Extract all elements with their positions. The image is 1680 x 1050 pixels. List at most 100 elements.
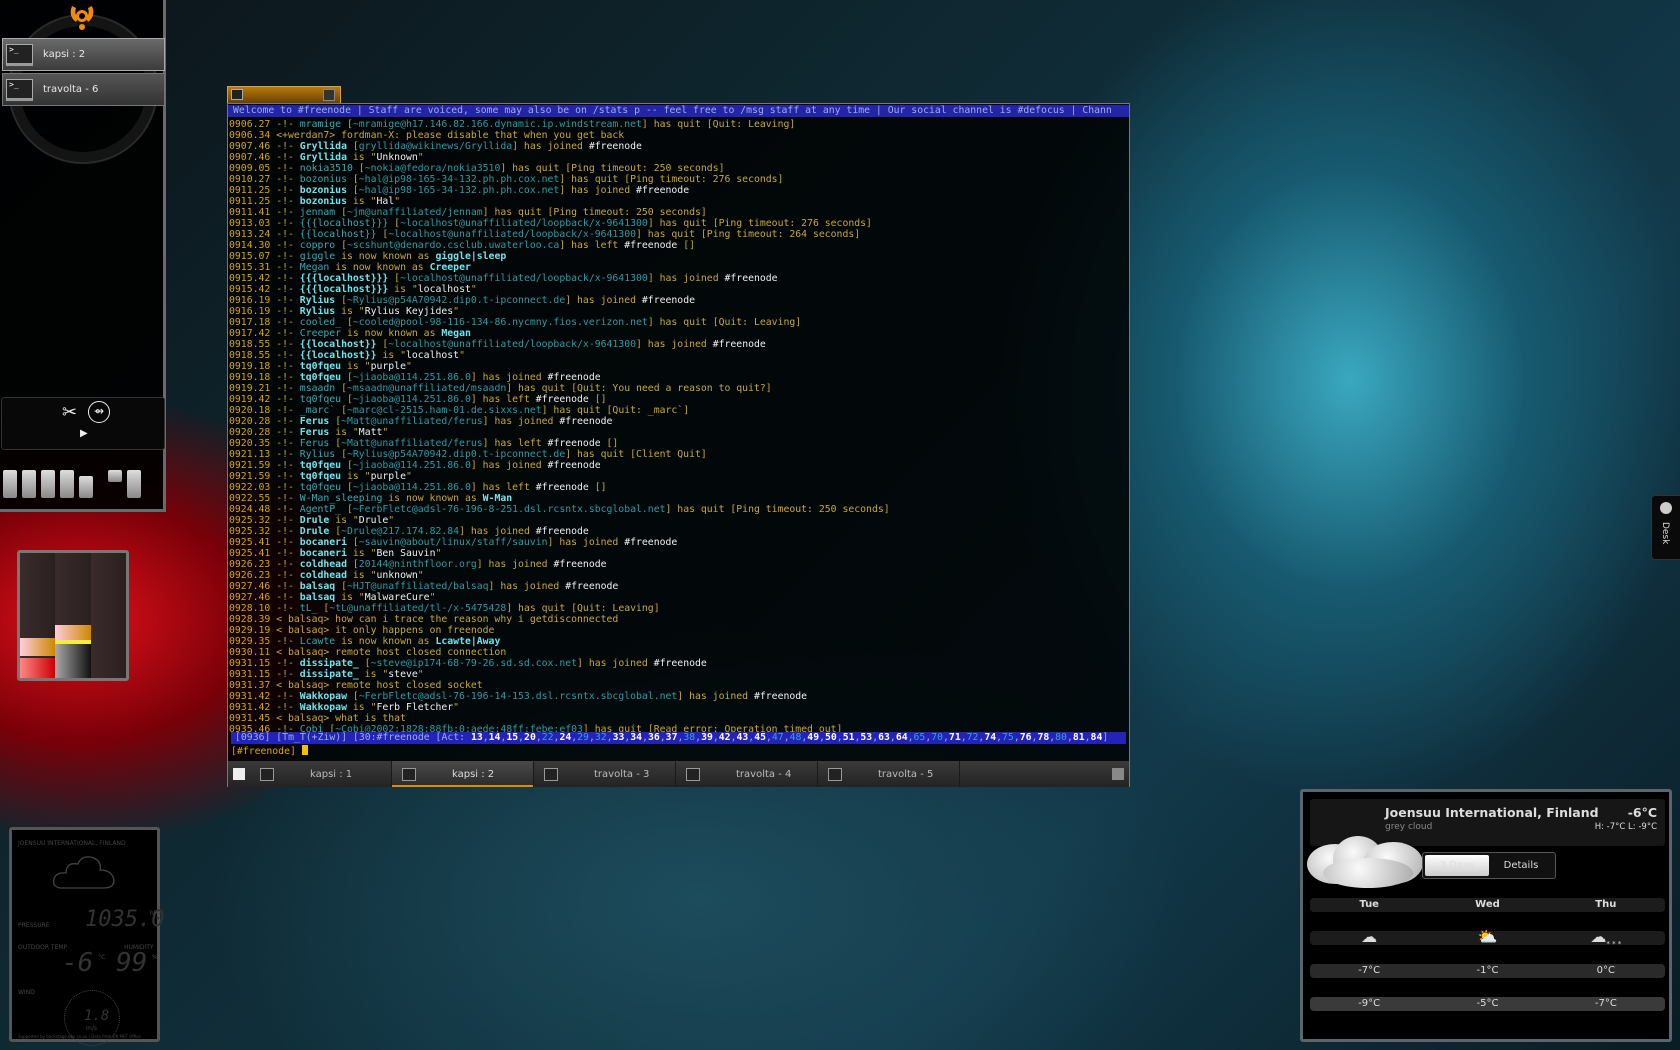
log-line: 0918.55 -!- {{localhost}} is "localhost" <box>229 350 1129 361</box>
log-line: 0931.42 -!- Wakkopaw [~FerbFletc@adsl-76… <box>229 691 1129 702</box>
terminal-icon <box>231 89 243 100</box>
message-text: -!- <box>270 174 300 185</box>
timestamp: 0917.18 <box>229 317 271 328</box>
message-text: ] has left <box>482 438 548 449</box>
scissors-icon[interactable]: ✂ <box>62 402 77 423</box>
menu-icon[interactable] <box>323 89 335 101</box>
desktop-toolbox-button[interactable]: Desk <box>1651 495 1680 560</box>
activity-window: 29 <box>577 732 589 743</box>
input-line[interactable]: [#freenode] <box>231 745 308 757</box>
hostmask: ~Rylius@p54A70942.dip0.t-ipconnect.de <box>346 449 566 460</box>
hostmask: ~steve@ip174-68-79-26.sd.sd.cox.net <box>370 658 578 669</box>
message-text: [ <box>341 394 353 405</box>
message-text: Ben Sauvin <box>376 548 436 559</box>
activity-window: 24 <box>559 732 572 743</box>
message-text: " <box>382 427 389 438</box>
activity-window: 36 <box>647 732 660 743</box>
hostmask: ~hal@ip98-165-34-132.ph.ph.cox.net <box>358 174 560 185</box>
nick: Megan <box>299 262 330 273</box>
timestamp: 0913.24 <box>229 229 271 240</box>
taskbar-item-kapsi-2[interactable]: >_ kapsi : 2 <box>2 38 165 71</box>
message-text: is " <box>346 196 377 207</box>
log-line: 0918.55 -!- {{localhost}} [~localhost@un… <box>229 339 1129 350</box>
hostmask: ~nokia@fedora/nokia3510 <box>364 163 501 174</box>
message-text: [ <box>346 537 359 548</box>
message-text: -!- <box>270 471 300 482</box>
meter-bar <box>90 553 126 678</box>
log-line: 0931.37 < balsaq> remote host closed soc… <box>229 680 1129 691</box>
message-text: ] has joined <box>488 581 566 592</box>
message-text: ] has quit [Ping timeout: 276 seconds] <box>647 218 872 229</box>
message-text: steve <box>388 669 418 680</box>
hostmask: 20144@ninthfloor.org <box>358 559 477 570</box>
activity-window: 53 <box>860 732 873 743</box>
log-line: 0907.46 -!- Gryllida [gryllida@wikinews/… <box>229 141 1129 152</box>
weather-view-toggle: 3 Days Details <box>1422 852 1556 879</box>
text-cursor <box>301 745 308 755</box>
log-line: 0919.18 -!- tq0fqeu [~jiaoba@114.251.86.… <box>229 372 1129 383</box>
terminal-tab[interactable]: travolta - 4 <box>676 761 818 787</box>
nick: Wakkopaw <box>299 691 347 702</box>
tab-details[interactable]: Details <box>1489 855 1553 876</box>
message-text: #freenode <box>535 394 589 405</box>
hostmask: ~scshunt@denardo.csclub.uwaterloo.ca <box>346 240 560 251</box>
activity-window: 84 <box>1090 732 1103 743</box>
task-label: kapsi : 2 <box>43 49 86 60</box>
nick: tq0fqeu <box>299 460 342 471</box>
launcher-logo-icon[interactable] <box>66 2 98 32</box>
message-text: #freenode <box>653 658 707 669</box>
message-text: " <box>417 669 424 680</box>
message-text: #freenode <box>641 295 695 306</box>
log-line: 0929.19 < balsaq> it only happens on fre… <box>229 625 1129 636</box>
expand-tray-icon[interactable]: ▶ <box>80 428 88 439</box>
activity-window: 80 <box>1055 732 1067 743</box>
message-text: -!- <box>270 482 300 493</box>
timestamp: 0910.27 <box>229 174 271 185</box>
message-text: #freenode <box>624 537 678 548</box>
message-text: is " <box>335 306 365 317</box>
new-tab-button[interactable] <box>228 761 250 787</box>
nick: tL_ <box>299 603 318 614</box>
log-line: 0931.15 -!- dissipate_ [~steve@ip174-68-… <box>229 658 1129 669</box>
log-line: 0921.59 -!- tq0fqeu [~jiaoba@114.251.86.… <box>229 460 1129 471</box>
activity-window: 65 <box>913 732 926 743</box>
message-text: [ <box>341 317 353 328</box>
nick: AgentP_ <box>299 504 342 515</box>
nick: Ferus <box>299 427 330 438</box>
log-line: 0915.42 -!- {{{localhost}}} is "localhos… <box>229 284 1129 295</box>
message-text: #freenode <box>712 339 766 350</box>
activity-window: 38 <box>683 732 696 743</box>
irc-terminal-window[interactable]: Welcome to #freenode | Staff are voiced,… <box>227 103 1130 787</box>
taskbar-item-travolta-6[interactable]: >_ travolta - 6 <box>2 73 165 106</box>
nick: bozonius <box>299 185 347 196</box>
terminal-tab[interactable]: kapsi : 2 <box>392 761 534 787</box>
timestamp: 0918.55 <box>229 339 271 350</box>
tab-3-days[interactable]: 3 Days <box>1425 855 1489 876</box>
weather-location: Joensuu International, Finland <box>1385 805 1599 820</box>
message-text: " <box>435 548 442 559</box>
log-line: 0928.10 -!- tL_ [~tL@unaffiliated/tl-/x-… <box>229 603 1129 614</box>
hostmask: ~jiaoba@114.251.86.0 <box>352 482 471 493</box>
hostmask: ~hal@ip98-165-34-132.ph.ph.cox.net <box>358 185 560 196</box>
partly-sunny-icon: ⛅ <box>1477 927 1498 946</box>
terminal-window-title-tab[interactable] <box>227 86 341 103</box>
close-tab-button[interactable] <box>1107 761 1129 787</box>
terminal-tab[interactable]: travolta - 5 <box>818 761 960 787</box>
station-footer: Supported by backstage.bbc.co.uk | Data … <box>18 1034 141 1039</box>
forecast-day: Wed <box>1475 899 1500 910</box>
nick: Rylius <box>299 295 336 306</box>
message-text: < balsaq> what is that <box>270 713 406 724</box>
log-line: 0931.15 -!- dissipate_ is "steve" <box>229 669 1129 680</box>
log-line: 0915.31 -!- Megan is now known as Creepe… <box>229 262 1129 273</box>
activity-window: 75 <box>1002 732 1014 743</box>
activity-window: 39 <box>701 732 713 743</box>
log-line: 0915.07 -!- giggle is now known as giggl… <box>229 251 1129 262</box>
terminal-tab[interactable]: travolta - 3 <box>534 761 676 787</box>
nick: msaadn <box>299 383 336 394</box>
log-line: 0931.42 -!- Wakkopaw is "Ferb Fletcher" <box>229 702 1129 713</box>
message-text: [ <box>341 372 353 383</box>
usb-icon[interactable]: ⇴ <box>88 401 110 423</box>
message-text: unknown <box>376 570 418 581</box>
terminal-tab[interactable]: kapsi : 1 <box>250 761 392 787</box>
nick: {{{localhost}}} <box>299 284 389 295</box>
